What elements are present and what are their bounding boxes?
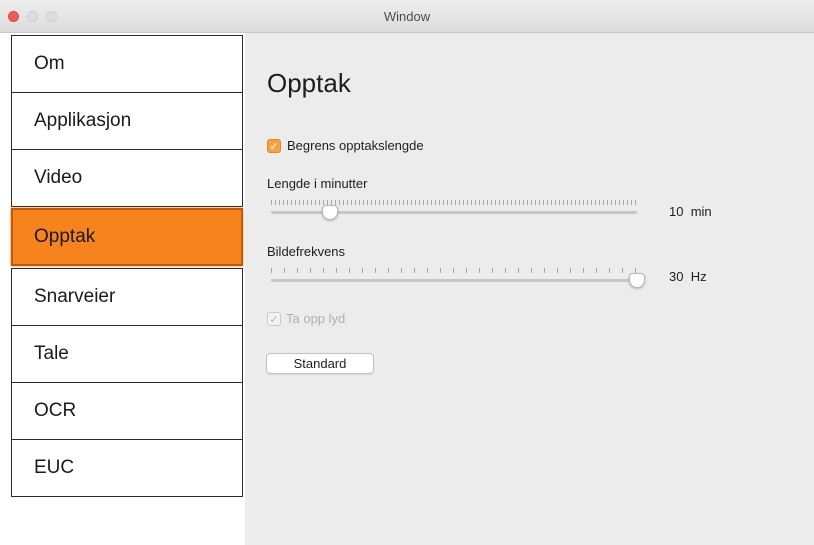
- record-audio-checkbox[interactable]: ✓: [267, 312, 281, 326]
- length-label: Lengde i minutter: [267, 176, 368, 191]
- slider-ticks: [271, 268, 637, 273]
- settings-panel: Opptak ✓ Begrens opptakslengde Lengde i …: [245, 33, 814, 545]
- sidebar-item-ocr[interactable]: OCR: [11, 382, 243, 440]
- sidebar-item-video[interactable]: Video: [11, 149, 243, 207]
- length-slider[interactable]: [271, 198, 637, 222]
- sidebar-item-opptak[interactable]: Opptak: [11, 208, 243, 266]
- standard-button[interactable]: Standard: [266, 353, 374, 374]
- app-window: Window Om Applikasjon Video Opptak Snarv…: [0, 0, 814, 545]
- limit-length-label: Begrens opptakslengde: [287, 138, 424, 153]
- slider-track: [271, 279, 637, 282]
- checkmark-icon: ✓: [269, 314, 279, 326]
- sidebar-item-snarveier[interactable]: Snarveier: [11, 268, 243, 326]
- limit-length-checkbox[interactable]: ✓: [267, 139, 281, 153]
- length-value: 10 min: [669, 204, 712, 219]
- record-audio-label: Ta opp lyd: [286, 311, 346, 326]
- window-title: Window: [383, 9, 431, 24]
- framerate-slider[interactable]: [271, 266, 645, 290]
- sidebar-item-euc[interactable]: EUC: [11, 439, 243, 497]
- sidebar-item-tale[interactable]: Tale: [11, 325, 243, 383]
- slider-thumb[interactable]: [629, 273, 645, 288]
- sidebar-item-om[interactable]: Om: [11, 35, 243, 93]
- page-title: Opptak: [267, 68, 351, 98]
- slider-thumb[interactable]: [321, 205, 338, 220]
- framerate-label: Bildefrekvens: [267, 244, 346, 259]
- sidebar: Om Applikasjon Video Opptak Snarveier Ta…: [0, 33, 245, 545]
- sidebar-item-applikasjon[interactable]: Applikasjon: [11, 92, 243, 150]
- framerate-value: 30 Hz: [669, 269, 707, 284]
- checkmark-icon: ✓: [269, 141, 279, 153]
- title-bar: Window: [0, 0, 814, 33]
